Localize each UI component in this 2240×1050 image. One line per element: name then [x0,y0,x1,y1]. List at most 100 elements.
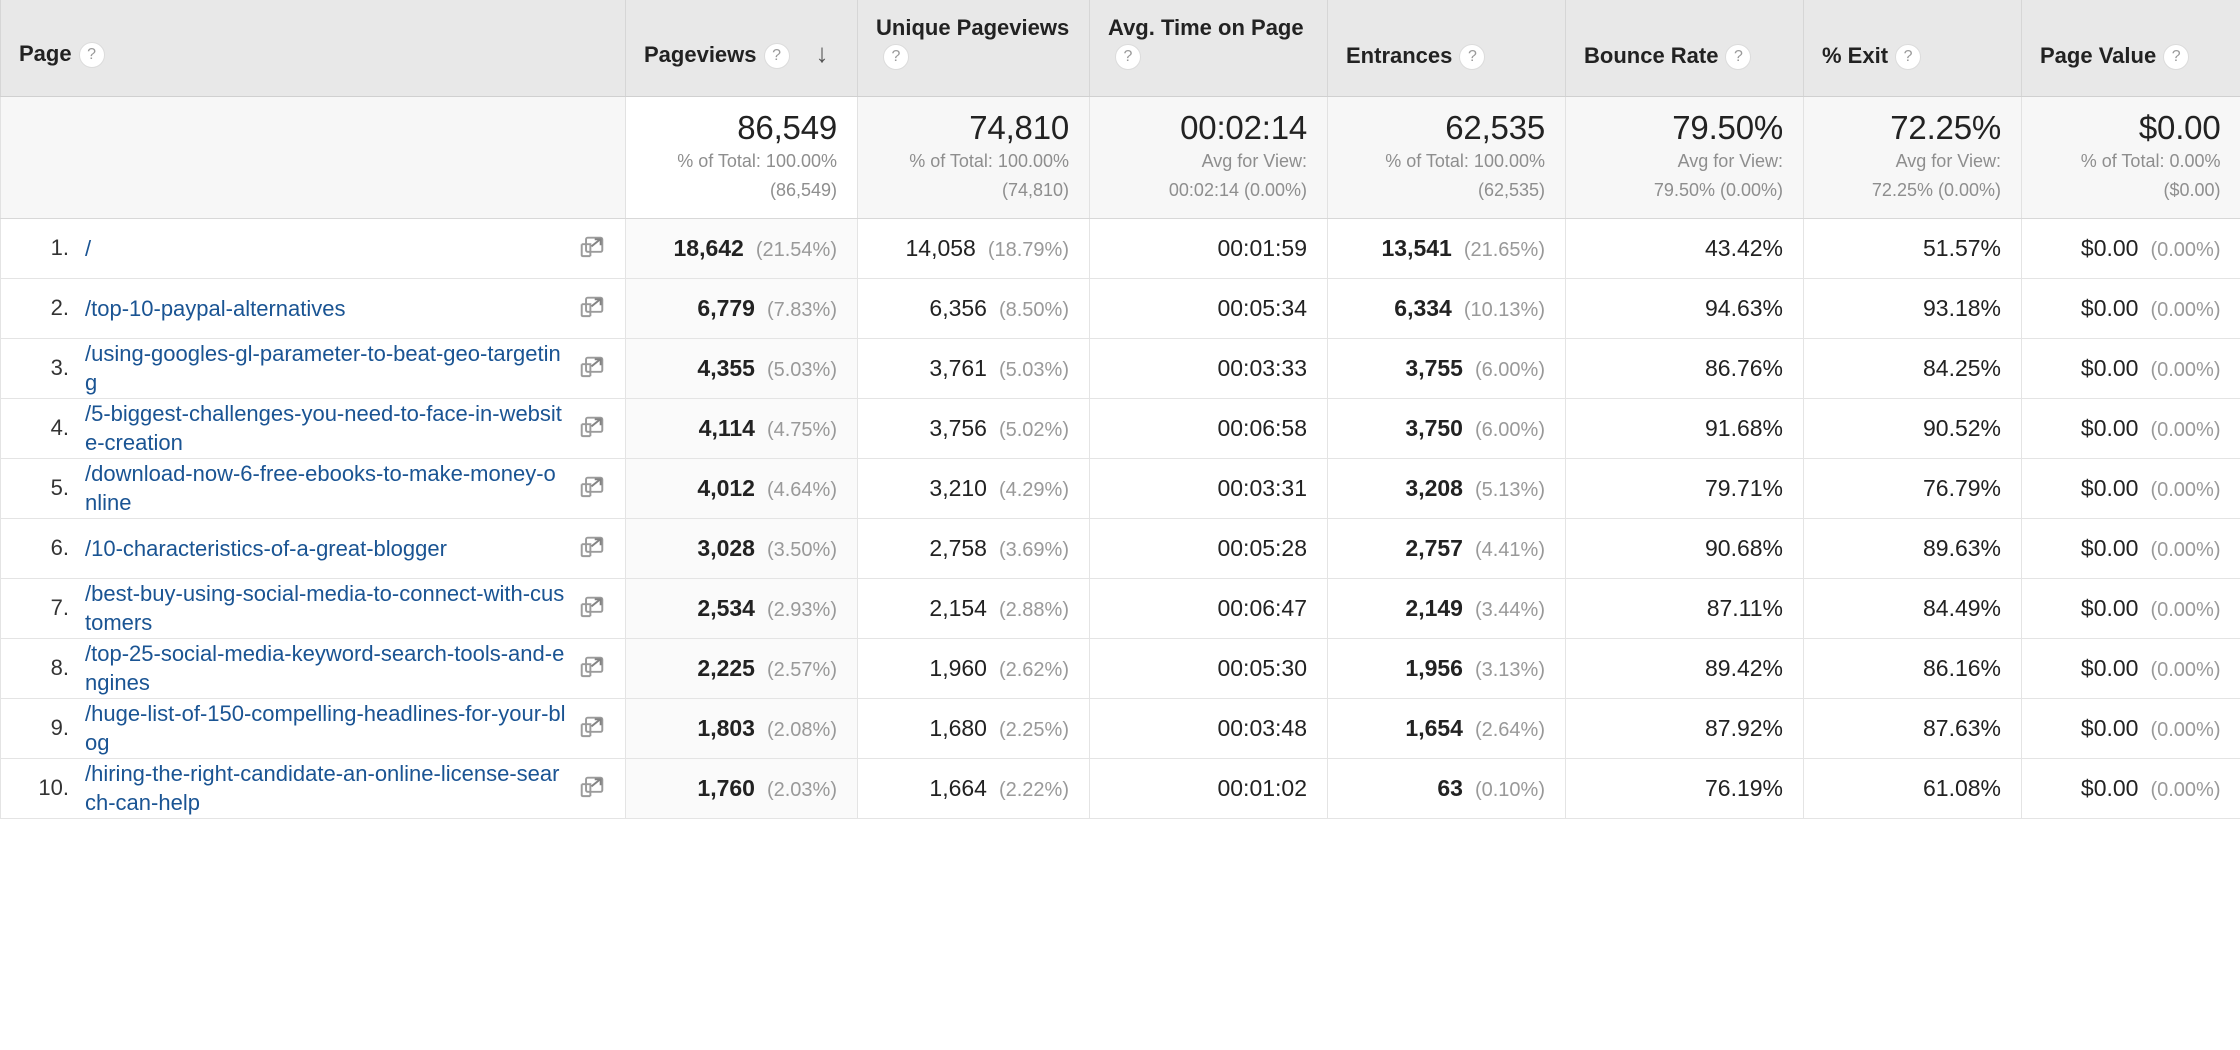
column-label-unique-pageviews: Unique Pageviews [876,15,1070,41]
column-header-entrances[interactable]: Entrances? [1327,0,1566,97]
table-row: 1. / 18,642 (21.54%) 14,058 (18.79%) 00:01:59 1… [0,218,2240,279]
value-avg-time-on-page: 00:03:48 [1217,714,1307,741]
cell-pageviews: 1,803 (2.08%) [625,698,858,759]
page-path-link[interactable]: /hiring-the-right-candidate-an-online-li… [85,759,567,817]
value-page-value: $0.00 [2080,774,2139,801]
summary-cell-avg-time-on-page: 00:02:14 Avg for View: 00:02:14 (0.00%) [1089,96,1328,219]
value-unique-pageviews: 3,761 [929,354,987,381]
open-in-new-window-icon[interactable] [579,655,605,681]
percent-entrances: (21.65%) [1463,238,1545,261]
cell-pageviews: 4,114 (4.75%) [625,398,858,459]
page-path-link[interactable]: /10-characteristics-of-a-great-blogger [85,534,567,563]
percent-entrances: (2.64%) [1474,718,1545,741]
cell-bounce-rate: 43.42% [1565,218,1804,279]
cell-entrances: 3,750 (6.00%) [1327,398,1566,459]
page-path-link[interactable]: /best-buy-using-social-media-to-connect-… [85,579,567,637]
cell-bounce-rate: 89.42% [1565,638,1804,699]
cell-unique-pageviews: 3,761 (5.03%) [857,338,1090,399]
page-path-link[interactable]: / [85,234,567,263]
open-in-new-window-icon[interactable] [579,355,605,381]
open-in-new-window-icon[interactable] [579,775,605,801]
table-row: 6. /10-characteristics-of-a-great-blogger… [0,518,2240,579]
open-in-new-window-icon[interactable] [579,595,605,621]
help-question-icon-page-value[interactable]: ? [2163,43,2190,70]
cell-page: 7. /best-buy-using-social-media-to-connec… [0,578,626,639]
value-unique-pageviews: 1,680 [929,714,987,741]
cell-percent-exit: 76.79% [1803,458,2022,519]
page-path-link[interactable]: /top-10-paypal-alternatives [85,294,567,323]
open-in-new-window-icon[interactable] [579,475,605,501]
row-rank: 7. [50,595,69,621]
cell-unique-pageviews: 3,756 (5.02%) [857,398,1090,459]
page-path-link[interactable]: /using-googles-gl-parameter-to-beat-geo-… [85,339,567,397]
help-question-icon-unique-pageviews[interactable]: ? [883,43,909,70]
cell-avg-time-on-page: 00:01:59 [1089,218,1328,279]
cell-unique-pageviews: 14,058 (18.79%) [857,218,1090,279]
help-question-icon-percent-exit[interactable]: ? [1895,43,1922,70]
value-page-value: $0.00 [2080,714,2139,741]
summary-cell-entrances: 62,535 % of Total: 100.00% (62,535) [1327,96,1566,219]
column-header-avg-time-on-page[interactable]: Avg. Time on Page? [1089,0,1328,97]
value-avg-time-on-page: 00:06:58 [1217,414,1307,441]
cell-page: 1. / [0,218,626,279]
value-bounce-rate: 79.71% [1704,474,1783,501]
percent-pageviews: (21.54%) [755,238,837,261]
summary-value-entrances: 62,535 [1445,108,1545,146]
percent-entrances: (0.10%) [1474,778,1545,801]
cell-entrances: 1,956 (3.13%) [1327,638,1566,699]
open-in-new-window-icon[interactable] [579,415,605,441]
summary-value-unique-pageviews: 74,810 [969,108,1069,146]
open-in-new-window-icon[interactable] [579,295,605,321]
open-in-new-window-icon[interactable] [579,535,605,561]
cell-unique-pageviews: 2,758 (3.69%) [857,518,1090,579]
cell-percent-exit: 61.08% [1803,758,2022,819]
open-in-new-window-icon[interactable] [579,235,605,261]
column-header-percent-exit[interactable]: % Exit? [1803,0,2022,97]
cell-entrances: 13,541 (21.65%) [1327,218,1566,279]
table-row: 10. /hiring-the-right-candidate-an-online… [0,758,2240,819]
cell-page-value: $0.00 (0.00%) [2021,758,2240,819]
page-path-link[interactable]: /5-biggest-challenges-you-need-to-face-i… [85,399,567,457]
summary-sub2-page-value: ($0.00) [2163,179,2221,200]
column-header-pageviews[interactable]: Pageviews? ↓ [625,0,858,97]
column-label-bounce-rate: Bounce Rate [1584,42,1719,68]
help-question-icon-bounce-rate[interactable]: ? [1725,43,1752,70]
column-label-pageviews: Pageviews [644,42,757,68]
cell-unique-pageviews: 1,960 (2.62%) [857,638,1090,699]
summary-sub1-unique-pageviews: % of Total: 100.00% [909,151,1069,172]
value-unique-pageviews: 1,664 [929,774,987,801]
percent-entrances: (6.00%) [1474,418,1545,441]
cell-pageviews: 2,534 (2.93%) [625,578,858,639]
cell-unique-pageviews: 2,154 (2.88%) [857,578,1090,639]
page-path-link[interactable]: /huge-list-of-150-compelling-headlines-f… [85,699,567,757]
help-question-icon-pageviews[interactable]: ? [763,43,790,70]
sort-descending-arrow-icon[interactable]: ↓ [816,37,829,69]
summary-sub1-pageviews: % of Total: 100.00% [677,151,837,172]
percent-unique-pageviews: (18.79%) [987,238,1069,261]
cell-bounce-rate: 86.76% [1565,338,1804,399]
help-question-icon-page[interactable]: ? [78,41,105,68]
percent-page-value: (0.00%) [2150,238,2221,261]
cell-avg-time-on-page: 00:03:31 [1089,458,1328,519]
table-row: 9. /huge-list-of-150-compelling-headlines… [0,698,2240,759]
value-entrances: 3,208 [1405,474,1463,501]
summary-cell-page [0,96,626,219]
help-question-icon-avg-time-on-page[interactable]: ? [1115,43,1141,70]
percent-unique-pageviews: (5.02%) [998,418,1069,441]
value-unique-pageviews: 3,210 [929,474,987,501]
percent-page-value: (0.00%) [2150,298,2221,321]
open-in-new-window-icon[interactable] [579,715,605,741]
cell-entrances: 3,208 (5.13%) [1327,458,1566,519]
cell-page-value: $0.00 (0.00%) [2021,518,2240,579]
cell-bounce-rate: 87.92% [1565,698,1804,759]
row-rank: 6. [50,535,69,561]
column-header-unique-pageviews[interactable]: Unique Pageviews? [857,0,1090,97]
value-entrances: 1,654 [1405,714,1463,741]
page-path-link[interactable]: /download-now-6-free-ebooks-to-make-mone… [85,459,567,517]
table-row: 2. /top-10-paypal-alternatives 6,779 (7.83%… [0,278,2240,339]
column-header-bounce-rate[interactable]: Bounce Rate? [1565,0,1804,97]
help-question-icon-entrances[interactable]: ? [1459,43,1486,70]
column-header-page[interactable]: Page? [0,0,626,97]
page-path-link[interactable]: /top-25-social-media-keyword-search-tool… [85,639,567,697]
column-header-page-value[interactable]: Page Value? [2021,0,2240,97]
